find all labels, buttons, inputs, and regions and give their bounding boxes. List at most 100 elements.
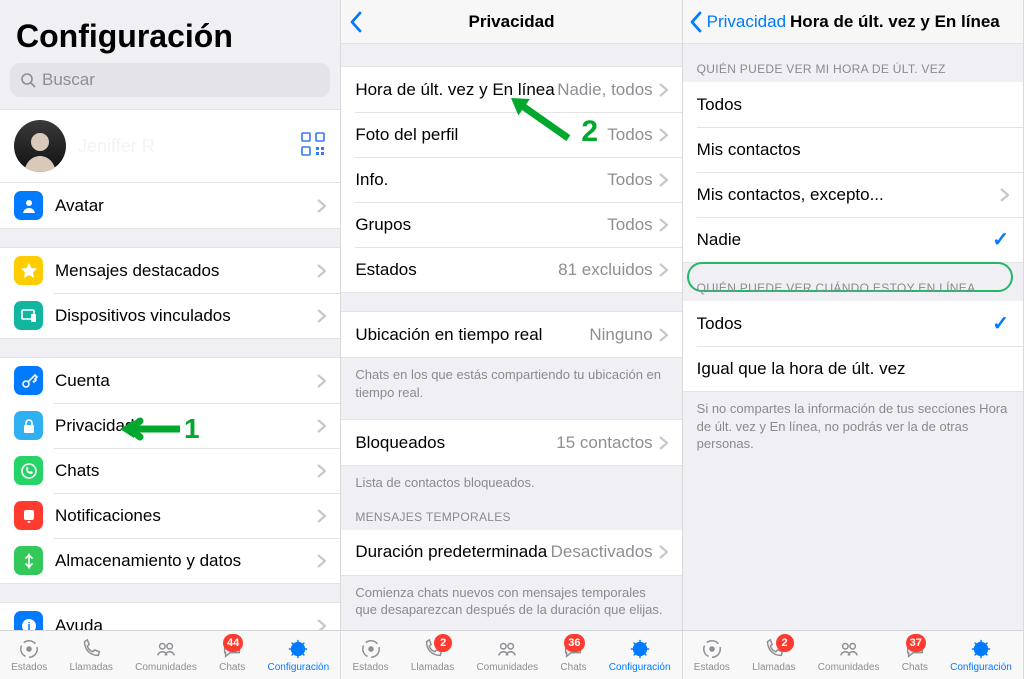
badge: 44 (223, 634, 243, 652)
row-disappearing-default[interactable]: Duración predeterminada Desactivados (341, 530, 681, 575)
profile-name: Jeniffer R (78, 136, 155, 157)
tab-calls[interactable]: Llamadas (70, 637, 113, 673)
tab-settings[interactable]: Configuración (950, 637, 1012, 673)
tab-settings[interactable]: Configuración (267, 637, 329, 673)
community-icon (494, 637, 520, 661)
section-header: Mensajes temporales (341, 492, 681, 530)
row-groups[interactable]: Grupos Todos (341, 202, 681, 247)
option-everyone[interactable]: Todos (683, 82, 1023, 127)
chevron-right-icon (317, 264, 326, 278)
tab-calls[interactable]: Llamadas2 (752, 637, 795, 673)
tab-communities[interactable]: Comunidades (818, 637, 880, 673)
lock-icon (14, 411, 43, 440)
chevron-right-icon (317, 554, 326, 568)
search-placeholder: Buscar (42, 70, 95, 90)
chevron-right-icon (659, 218, 668, 232)
row-profile-photo[interactable]: Foto del perfil Todos (341, 112, 681, 157)
avatar (14, 120, 66, 172)
row-last-seen[interactable]: Hora de últ. vez y En línea Nadie, todos (341, 67, 681, 112)
tab-settings[interactable]: Configuración (609, 637, 671, 673)
profile-row[interactable]: Jeniffer R (0, 109, 340, 183)
chevron-right-icon (317, 309, 326, 323)
chevron-right-icon (659, 263, 668, 277)
option-nobody[interactable]: Nadie✓ (683, 217, 1023, 262)
tab-status[interactable]: Estados (694, 637, 730, 673)
checkmark-icon: ✓ (992, 227, 1009, 252)
tab-chats[interactable]: Chats36 (560, 637, 586, 673)
gear-icon (627, 637, 653, 661)
section-header: Quién puede ver mi hora de últ. vez (683, 44, 1023, 82)
tab-status[interactable]: Estados (11, 637, 47, 673)
footer-text: Comienza chats nuevos con mensajes tempo… (341, 576, 681, 619)
storage-icon (14, 546, 43, 575)
row-linked-devices[interactable]: Dispositivos vinculados (0, 293, 340, 338)
row-help[interactable]: i Ayuda (0, 603, 340, 630)
row-blocked[interactable]: Bloqueados 15 contactos (341, 420, 681, 465)
chevron-right-icon (317, 419, 326, 433)
badge: 2 (434, 634, 452, 652)
privacy-scroll[interactable]: Hora de últ. vez y En línea Nadie, todos… (341, 44, 681, 630)
tab-communities[interactable]: Comunidades (476, 637, 538, 673)
community-icon (153, 637, 179, 661)
row-account[interactable]: Cuenta (0, 358, 340, 403)
chevron-right-icon (659, 545, 668, 559)
option-online-everyone[interactable]: Todos✓ (683, 301, 1023, 346)
page-title: Hora de últ. vez y En línea (790, 12, 1000, 32)
checkmark-icon: ✓ (992, 311, 1009, 336)
section-header: Quién puede ver cuándo estoy en línea (683, 263, 1023, 301)
footer-text: Chats en los que estás compartiendo tu u… (341, 358, 681, 401)
key-icon (14, 366, 43, 395)
devices-icon (14, 301, 43, 330)
qr-icon[interactable] (300, 131, 326, 162)
tab-chats[interactable]: Chats44 (219, 637, 245, 673)
row-live-location[interactable]: Ubicación en tiempo real Ninguno (341, 312, 681, 357)
star-icon (14, 256, 43, 285)
annotation-number-2: 2 (581, 115, 598, 149)
badge: 37 (906, 634, 926, 652)
gear-icon (285, 637, 311, 661)
chevron-right-icon (659, 83, 668, 97)
status-icon (358, 637, 384, 661)
status-icon (16, 637, 42, 661)
row-storage[interactable]: Almacenamiento y datos (0, 538, 340, 583)
chevron-right-icon (659, 128, 668, 142)
row-chats[interactable]: Chats (0, 448, 340, 493)
badge: 2 (776, 634, 794, 652)
chevron-right-icon (659, 328, 668, 342)
row-starred-messages[interactable]: Mensajes destacados (0, 248, 340, 293)
avatar-icon (14, 191, 43, 220)
header: Privacidad Hora de últ. vez y En línea (683, 0, 1023, 44)
community-icon (836, 637, 862, 661)
chevron-right-icon (317, 374, 326, 388)
chevron-right-icon (317, 509, 326, 523)
footer-text: Si no compartes la información de tus se… (683, 392, 1023, 453)
tab-chats[interactable]: Chats37 (902, 637, 928, 673)
info-icon: i (14, 611, 43, 630)
option-contacts-except[interactable]: Mis contactos, excepto... (683, 172, 1023, 217)
tab-communities[interactable]: Comunidades (135, 637, 197, 673)
last-seen-scroll[interactable]: Quién puede ver mi hora de últ. vez Todo… (683, 44, 1023, 630)
option-my-contacts[interactable]: Mis contactos (683, 127, 1023, 172)
option-online-same-as-last-seen[interactable]: Igual que la hora de últ. vez (683, 346, 1023, 391)
search-icon (20, 72, 36, 88)
privacy-panel: Privacidad Hora de últ. vez y En línea N… (341, 0, 682, 679)
row-privacy[interactable]: Privacidad (0, 403, 340, 448)
svg-text:i: i (27, 621, 30, 631)
back-button[interactable] (349, 11, 363, 33)
back-button[interactable]: Privacidad (689, 11, 786, 33)
last-seen-panel: Privacidad Hora de últ. vez y En línea Q… (683, 0, 1024, 679)
gear-icon (968, 637, 994, 661)
tab-calls[interactable]: Llamadas2 (411, 637, 454, 673)
row-notifications[interactable]: Notificaciones (0, 493, 340, 538)
search-input[interactable]: Buscar (10, 63, 330, 97)
chevron-right-icon (317, 464, 326, 478)
settings-scroll[interactable]: Configuración Buscar Jeniffer R Avatar M… (0, 0, 340, 630)
row-avatar[interactable]: Avatar (0, 183, 340, 228)
row-about[interactable]: Info. Todos (341, 157, 681, 202)
page-title: Configuración (0, 0, 340, 63)
settings-panel: Configuración Buscar Jeniffer R Avatar M… (0, 0, 341, 679)
page-title: Privacidad (468, 12, 554, 32)
chevron-right-icon (659, 436, 668, 450)
row-status[interactable]: Estados 81 excluidos (341, 247, 681, 292)
tab-status[interactable]: Estados (352, 637, 388, 673)
